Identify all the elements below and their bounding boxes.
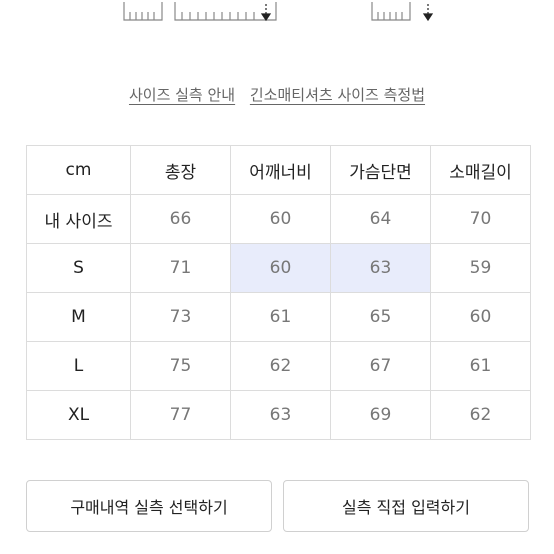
table-cell: 66 [130,194,231,244]
table-header-row: cm 총장 어깨너비 가슴단면 소매길이 [26,145,531,195]
table-cell: 62 [230,341,331,391]
table-cell: 65 [330,292,431,342]
table-cell: 70 [430,194,531,244]
table-cell-highlighted: 60 [230,243,331,293]
measurement-diagram-icon [123,2,434,22]
table-cell: 77 [130,390,231,440]
header-unit: cm [26,145,131,195]
table-row-xl: XL 77 63 69 62 [26,390,531,440]
header-chest-width: 가슴단면 [330,145,431,195]
row-label: 내 사이즈 [26,194,131,244]
direct-input-measurements-button[interactable]: 실측 직접 입력하기 [283,480,529,532]
table-cell: 61 [430,341,531,391]
header-shoulder-width: 어깨너비 [230,145,331,195]
size-comparison-table: cm 총장 어깨너비 가슴단면 소매길이 내 사이즈 66 60 64 70 S… [26,145,531,440]
table-cell-highlighted: 63 [330,243,431,293]
header-sleeve-length: 소매길이 [430,145,531,195]
table-cell: 67 [330,341,431,391]
table-cell: 71 [130,243,231,293]
table-cell: 60 [430,292,531,342]
header-total-length: 총장 [130,145,231,195]
table-cell: 69 [330,390,431,440]
row-label: M [26,292,131,342]
table-cell: 73 [130,292,231,342]
row-label: S [26,243,131,293]
table-row-s: S 71 60 63 59 [26,243,531,293]
size-guide-links: 사이즈 실측 안내 긴소매티셔츠 사이즈 측정법 [0,84,554,105]
select-from-purchase-history-button[interactable]: 구매내역 실측 선택하기 [26,480,272,532]
table-row-m: M 73 61 65 60 [26,292,531,342]
table-cell: 61 [230,292,331,342]
table-row-my-size: 내 사이즈 66 60 64 70 [26,194,531,244]
table-cell: 64 [330,194,431,244]
table-cell: 59 [430,243,531,293]
table-cell: 60 [230,194,331,244]
row-label: XL [26,390,131,440]
row-label: L [26,341,131,391]
table-row-l: L 75 62 67 61 [26,341,531,391]
table-cell: 63 [230,390,331,440]
size-measure-guide-link[interactable]: 사이즈 실측 안내 [129,86,235,104]
table-cell: 62 [430,390,531,440]
long-sleeve-measure-method-link[interactable]: 긴소매티셔츠 사이즈 측정법 [250,86,425,104]
table-cell: 75 [130,341,231,391]
